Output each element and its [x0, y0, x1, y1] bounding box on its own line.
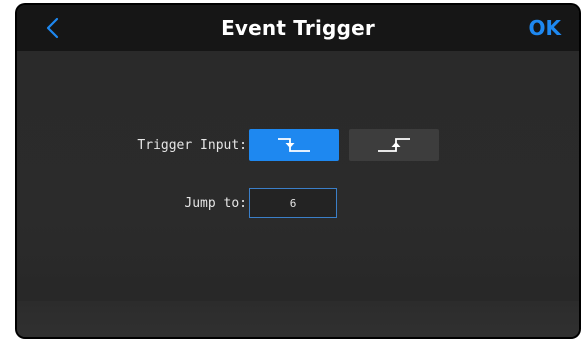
page-title: Event Trigger	[221, 16, 375, 40]
rising-edge-button[interactable]	[349, 129, 439, 161]
trigger-input-label: Trigger Input:	[137, 138, 247, 153]
device-frame: Event Trigger OK Trigger Input: Jump to:…	[15, 3, 581, 339]
falling-edge-icon	[278, 138, 310, 152]
ok-button[interactable]: OK	[529, 5, 562, 51]
falling-edge-button[interactable]	[249, 129, 339, 161]
title-bar: Event Trigger OK	[17, 5, 579, 51]
jump-to-input[interactable]: 6	[249, 188, 337, 218]
bottom-bar	[17, 301, 579, 337]
screen: Event Trigger OK Trigger Input: Jump to:…	[17, 5, 579, 337]
jump-to-label: Jump to:	[184, 196, 247, 211]
rising-edge-icon	[378, 138, 410, 152]
